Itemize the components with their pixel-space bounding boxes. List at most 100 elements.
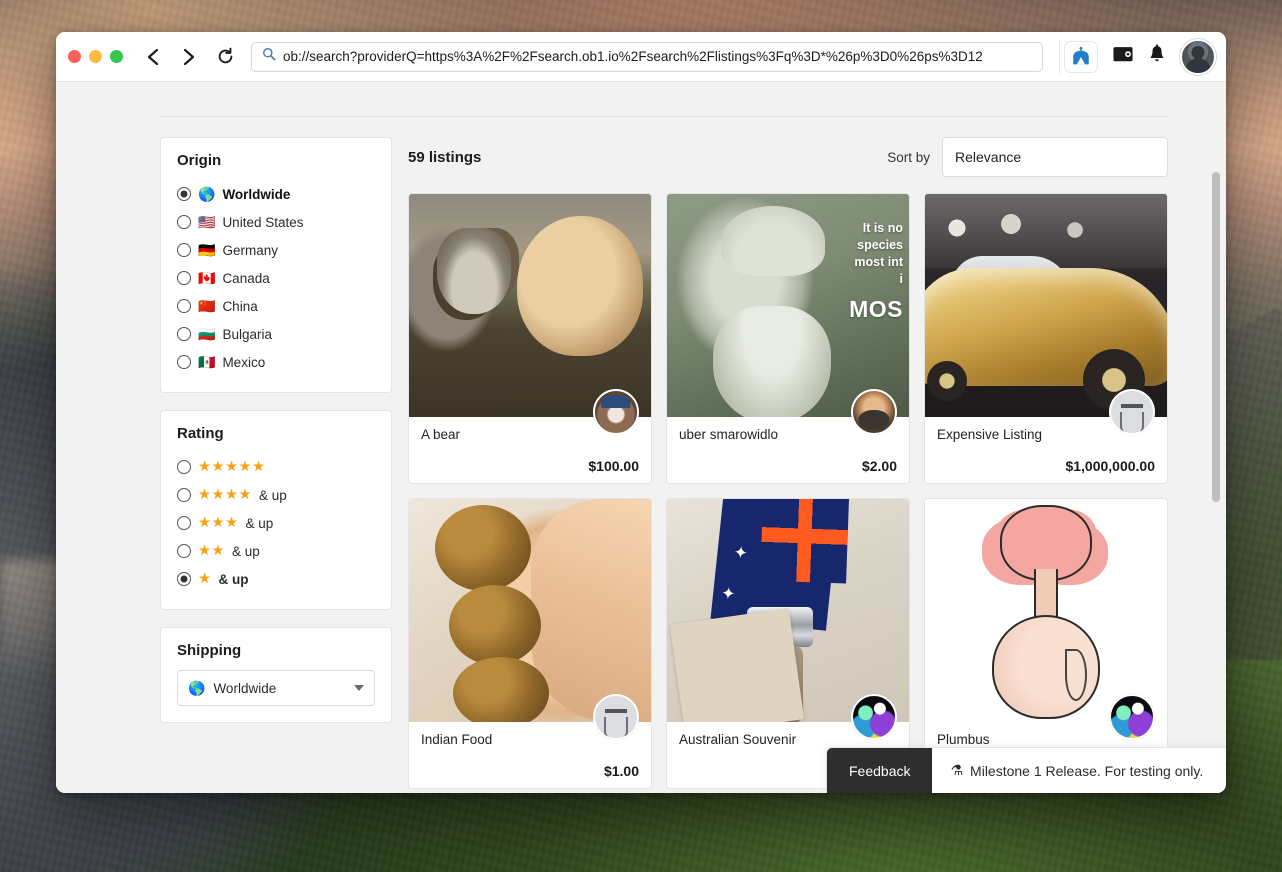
- forward-button[interactable]: [175, 43, 203, 71]
- radio-button[interactable]: [177, 243, 191, 257]
- souvenir-tag: [669, 608, 805, 722]
- listing-card[interactable]: Plumbus$25.00: [924, 498, 1168, 789]
- origin-option-label: United States: [222, 214, 304, 230]
- listing-image[interactable]: It is no species most int i MOS: [667, 194, 909, 417]
- image-overlay-text: It is no species most int i MOS: [811, 220, 903, 325]
- listing-card[interactable]: ✦✦✦Australian Souvenir$12.99: [666, 498, 910, 789]
- origin-filter-panel: Origin 🌎 Worldwide 🇺🇸 United States 🇩🇪 German…: [160, 137, 392, 393]
- feedback-button[interactable]: Feedback: [827, 748, 933, 793]
- radio-button[interactable]: [177, 215, 191, 229]
- darwin-forehead: [721, 206, 825, 276]
- rating-options-list: ★★★★★ ★★★★ & up ★★★ & up ★★ & up ★ & up: [177, 453, 375, 593]
- page-viewport: Origin 🌎 Worldwide 🇺🇸 United States 🇩🇪 German…: [56, 82, 1226, 793]
- listing-price: $1.00: [603, 763, 639, 779]
- back-button[interactable]: [139, 43, 167, 71]
- page-scrollbar[interactable]: [1212, 104, 1220, 793]
- shipping-select[interactable]: 🌎 Worldwide: [177, 670, 375, 706]
- origin-option-united-states[interactable]: 🇺🇸 United States: [177, 208, 375, 236]
- overlay-line-2: species: [857, 237, 903, 252]
- star-rating-icons: ★★★: [198, 515, 239, 531]
- food-ball: [449, 585, 541, 665]
- origin-option-canada[interactable]: 🇨🇦 Canada: [177, 264, 375, 292]
- flag-icon: 🌎: [198, 186, 216, 202]
- flag-icon: 🇨🇳: [198, 298, 216, 314]
- origin-option-china[interactable]: 🇨🇳 China: [177, 292, 375, 320]
- rating-option-5-star[interactable]: ★★★★★: [177, 453, 375, 481]
- origin-option-bulgaria[interactable]: 🇧🇬 Bulgaria: [177, 320, 375, 348]
- flag-icon: 🇨🇦: [198, 270, 216, 286]
- navigation-buttons: [139, 43, 239, 71]
- listing-card[interactable]: It is no species most int i MOS uber smarowid…: [666, 193, 910, 484]
- openbazaar-logo-icon[interactable]: [1064, 40, 1098, 73]
- listing-image[interactable]: [925, 499, 1167, 722]
- star-rating-icons: ★: [198, 571, 212, 587]
- globe-icon: 🌎: [188, 680, 206, 696]
- sort-controls: Sort by Relevance: [887, 137, 1168, 177]
- maximize-window-button[interactable]: [110, 50, 123, 63]
- listing-image[interactable]: [409, 499, 651, 722]
- radio-button[interactable]: [177, 544, 191, 558]
- bell-icon[interactable]: [1148, 44, 1166, 69]
- rating-filter-panel: Rating ★★★★★ ★★★★ & up ★★★ & up ★★ & up ★ & up: [160, 410, 392, 610]
- seller-avatar[interactable]: [851, 389, 897, 435]
- shipping-filter-panel: Shipping 🌎 Worldwide: [160, 627, 392, 723]
- shipping-select-value: Worldwide: [213, 680, 277, 696]
- wallet-icon[interactable]: [1112, 44, 1134, 69]
- scrollbar-thumb[interactable]: [1212, 172, 1220, 502]
- address-bar[interactable]: ob://search?providerQ=https%3A%2F%2Fsear…: [251, 41, 1043, 72]
- rating-option-1-star[interactable]: ★ & up: [177, 565, 375, 593]
- radio-button[interactable]: [177, 355, 191, 369]
- listing-card[interactable]: A bear $100.00: [408, 193, 652, 484]
- sort-by-select[interactable]: Relevance: [942, 137, 1168, 177]
- seller-avatar[interactable]: [1109, 389, 1155, 435]
- origin-option-label: Germany: [222, 242, 278, 258]
- sort-by-label: Sort by: [887, 149, 930, 165]
- rating-option-4-star[interactable]: ★★★★ & up: [177, 481, 375, 509]
- listing-card[interactable]: Indian Food $1.00: [408, 498, 652, 789]
- star-rating-icons: ★★★★★: [198, 459, 266, 475]
- seller-avatar[interactable]: [593, 389, 639, 435]
- food-ball: [453, 657, 549, 722]
- origin-option-label: Bulgaria: [222, 326, 272, 342]
- browser-window: ob://search?providerQ=https%3A%2F%2Fsear…: [56, 32, 1226, 793]
- origin-option-germany[interactable]: 🇩🇪 Germany: [177, 236, 375, 264]
- radio-button[interactable]: [177, 187, 191, 201]
- radio-button[interactable]: [177, 460, 191, 474]
- reload-button[interactable]: [211, 43, 239, 71]
- milestone-text: Milestone 1 Release. For testing only.: [970, 762, 1204, 779]
- radio-button[interactable]: [177, 327, 191, 341]
- rating-option-suffix: & up: [259, 487, 287, 503]
- close-window-button[interactable]: [68, 50, 81, 63]
- origin-option-worldwide[interactable]: 🌎 Worldwide: [177, 180, 375, 208]
- rating-option-2-star[interactable]: ★★ & up: [177, 537, 375, 565]
- radio-button[interactable]: [177, 488, 191, 502]
- seller-avatar[interactable]: [1109, 694, 1155, 740]
- listing-image[interactable]: [925, 194, 1167, 417]
- origin-option-mexico[interactable]: 🇲🇽 Mexico: [177, 348, 375, 376]
- listing-card[interactable]: Expensive Listing $1,000,000.00: [924, 193, 1168, 484]
- origin-option-label: Canada: [222, 270, 270, 286]
- origin-option-label: Mexico: [222, 354, 266, 370]
- origin-options-list: 🌎 Worldwide 🇺🇸 United States 🇩🇪 Germany 🇨🇦 Cana…: [177, 180, 375, 376]
- results-column: 59 listings Sort by Relevance A bear $100…: [408, 137, 1168, 793]
- rating-option-3-star[interactable]: ★★★ & up: [177, 509, 375, 537]
- origin-option-label: China: [222, 298, 258, 314]
- radio-button[interactable]: [177, 572, 191, 586]
- radio-button[interactable]: [177, 299, 191, 313]
- radio-button[interactable]: [177, 516, 191, 530]
- listing-image[interactable]: [409, 194, 651, 417]
- page-content: Origin 🌎 Worldwide 🇺🇸 United States 🇩🇪 German…: [56, 82, 1226, 793]
- user-avatar-icon[interactable]: [1180, 38, 1216, 75]
- flag-star: ✦: [720, 583, 737, 605]
- radio-button[interactable]: [177, 271, 191, 285]
- listings-grid: A bear $100.00 It is no species most int i MOS…: [408, 193, 1168, 789]
- seller-avatar[interactable]: [593, 694, 639, 740]
- food-ball: [435, 505, 531, 591]
- listing-image[interactable]: ✦✦✦: [667, 499, 909, 722]
- minimize-window-button[interactable]: [89, 50, 102, 63]
- sort-by-value: Relevance: [955, 149, 1022, 165]
- window-controls[interactable]: [68, 50, 123, 63]
- seller-avatar[interactable]: [851, 694, 897, 740]
- flag-icon: 🇲🇽: [198, 354, 216, 370]
- car-wheel: [927, 361, 967, 401]
